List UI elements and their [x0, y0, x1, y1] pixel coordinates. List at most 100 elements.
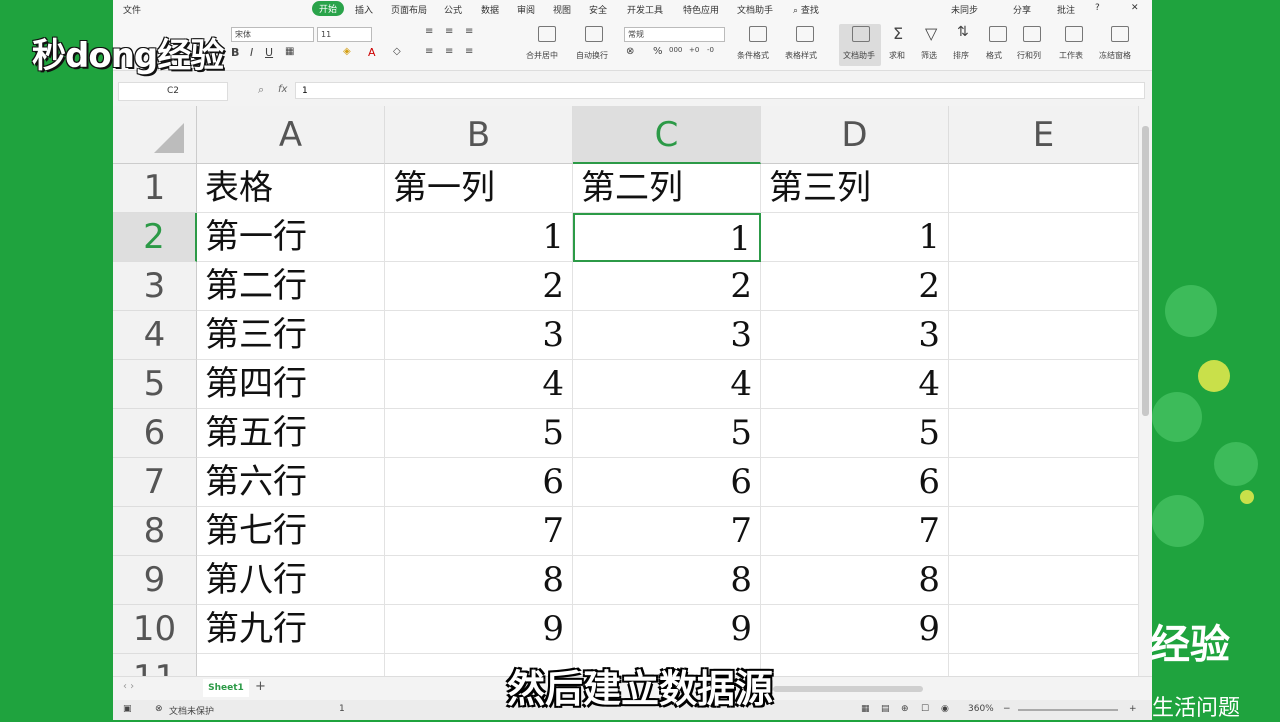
- decrease-decimal-icon[interactable]: -0: [707, 46, 714, 54]
- menu-developer[interactable]: 开发工具: [627, 3, 663, 16]
- conditional-format-icon[interactable]: [749, 26, 767, 42]
- align-top-icon[interactable]: ≡: [425, 26, 433, 37]
- eraser-icon[interactable]: ◇: [393, 46, 401, 57]
- cell-d6[interactable]: 5: [761, 409, 949, 458]
- font-size-select[interactable]: 11: [317, 27, 372, 42]
- column-header-a[interactable]: A: [197, 106, 385, 164]
- align-bottom-icon[interactable]: ≡: [465, 26, 473, 37]
- filter-button[interactable]: 筛选: [921, 50, 937, 61]
- cell-d8[interactable]: 7: [761, 507, 949, 556]
- menu-file[interactable]: 文件: [123, 3, 141, 16]
- rows-cols-icon[interactable]: [1023, 26, 1041, 42]
- cell-a3[interactable]: 第二行: [197, 262, 385, 311]
- rows-cols-button[interactable]: 行和列: [1017, 50, 1041, 61]
- row-header-1[interactable]: 1: [113, 164, 197, 213]
- vertical-scroll-thumb[interactable]: [1142, 126, 1149, 416]
- cell-b1[interactable]: 第一列: [385, 164, 573, 213]
- filter-icon[interactable]: ▽: [925, 24, 937, 43]
- cell-b2[interactable]: 1: [385, 213, 573, 262]
- cell-a10[interactable]: 第九行: [197, 605, 385, 654]
- close-icon[interactable]: ✕: [1131, 3, 1139, 13]
- column-header-d[interactable]: D: [761, 106, 949, 164]
- row-header-9[interactable]: 9: [113, 556, 197, 605]
- column-header-e[interactable]: E: [949, 106, 1139, 164]
- menu-home[interactable]: 开始: [312, 1, 345, 16]
- align-left-icon[interactable]: ≡: [425, 46, 433, 57]
- italic-icon[interactable]: I: [250, 46, 253, 59]
- worksheet-button[interactable]: 工作表: [1059, 50, 1083, 61]
- cell-a8[interactable]: 第七行: [197, 507, 385, 556]
- row-header-8[interactable]: 8: [113, 507, 197, 556]
- menu-security[interactable]: 安全: [589, 3, 607, 16]
- row-header-7[interactable]: 7: [113, 458, 197, 507]
- menu-insert[interactable]: 插入: [355, 3, 373, 16]
- cell-e5[interactable]: [949, 360, 1139, 409]
- freeze-panes-button[interactable]: 冻结窗格: [1099, 50, 1131, 61]
- cell-b10[interactable]: 9: [385, 605, 573, 654]
- border-icon[interactable]: ▦: [285, 46, 294, 57]
- search-icon[interactable]: ⌕ 查找: [793, 3, 819, 16]
- menu-share[interactable]: 分享: [1013, 3, 1031, 16]
- cell-c1[interactable]: 第二列: [573, 164, 761, 213]
- row-header-2[interactable]: 2: [113, 213, 197, 262]
- cell-c4[interactable]: 3: [573, 311, 761, 360]
- cell-b8[interactable]: 7: [385, 507, 573, 556]
- menu-sync[interactable]: 未同步: [951, 3, 978, 16]
- doc-assistant-button[interactable]: 文档助手: [843, 50, 875, 61]
- number-format-select[interactable]: 常规: [624, 27, 725, 42]
- fill-color-icon[interactable]: ◈: [343, 46, 351, 57]
- cell-e4[interactable]: [949, 311, 1139, 360]
- font-name-select[interactable]: 宋体: [231, 27, 314, 42]
- menu-comment[interactable]: 批注: [1057, 3, 1075, 16]
- row-header-3[interactable]: 3: [113, 262, 197, 311]
- cell-d10[interactable]: 9: [761, 605, 949, 654]
- cell-a9[interactable]: 第八行: [197, 556, 385, 605]
- column-header-c[interactable]: C: [573, 106, 761, 164]
- worksheet-icon[interactable]: [1065, 26, 1083, 42]
- vertical-scrollbar[interactable]: [1139, 106, 1152, 676]
- cell-c10[interactable]: 9: [573, 605, 761, 654]
- cell-e9[interactable]: [949, 556, 1139, 605]
- currency-icon[interactable]: ⊗: [626, 46, 634, 57]
- row-header-10[interactable]: 10: [113, 605, 197, 654]
- row-header-4[interactable]: 4: [113, 311, 197, 360]
- cell-c6[interactable]: 5: [573, 409, 761, 458]
- cell-c5[interactable]: 4: [573, 360, 761, 409]
- cell-d2[interactable]: 1: [761, 213, 949, 262]
- cell-d3[interactable]: 2: [761, 262, 949, 311]
- cell-e7[interactable]: [949, 458, 1139, 507]
- help-icon[interactable]: ?: [1095, 3, 1100, 13]
- name-box[interactable]: C2: [118, 82, 228, 101]
- wrap-text-button[interactable]: 自动换行: [576, 50, 608, 61]
- cell-d5[interactable]: 4: [761, 360, 949, 409]
- conditional-format-button[interactable]: 条件格式: [737, 50, 769, 61]
- wrap-text-icon[interactable]: [585, 26, 603, 42]
- merge-center-icon[interactable]: [538, 26, 556, 42]
- select-all-corner[interactable]: [113, 106, 197, 164]
- cell-d4[interactable]: 3: [761, 311, 949, 360]
- cell-b7[interactable]: 6: [385, 458, 573, 507]
- bold-icon[interactable]: B: [231, 46, 239, 59]
- column-header-b[interactable]: B: [385, 106, 573, 164]
- cell-c9[interactable]: 8: [573, 556, 761, 605]
- increase-decimal-icon[interactable]: +0: [689, 46, 699, 54]
- menu-features[interactable]: 特色应用: [683, 3, 719, 16]
- fx-label[interactable]: fx: [278, 84, 287, 95]
- align-middle-icon[interactable]: ≡: [445, 26, 453, 37]
- cell-c2[interactable]: 1: [573, 213, 761, 262]
- cell-a1[interactable]: 表格: [197, 164, 385, 213]
- table-style-button[interactable]: 表格样式: [785, 50, 817, 61]
- row-header-5[interactable]: 5: [113, 360, 197, 409]
- sum-icon[interactable]: Σ: [893, 24, 903, 43]
- menu-data[interactable]: 数据: [481, 3, 499, 16]
- cell-b9[interactable]: 8: [385, 556, 573, 605]
- align-center-icon[interactable]: ≡: [445, 46, 453, 57]
- table-style-icon[interactable]: [796, 26, 814, 42]
- sum-button[interactable]: 求和: [889, 50, 905, 61]
- menu-view[interactable]: 视图: [553, 3, 571, 16]
- cell-b4[interactable]: 3: [385, 311, 573, 360]
- cell-e1[interactable]: [949, 164, 1139, 213]
- cell-d9[interactable]: 8: [761, 556, 949, 605]
- cell-c7[interactable]: 6: [573, 458, 761, 507]
- cell-b6[interactable]: 5: [385, 409, 573, 458]
